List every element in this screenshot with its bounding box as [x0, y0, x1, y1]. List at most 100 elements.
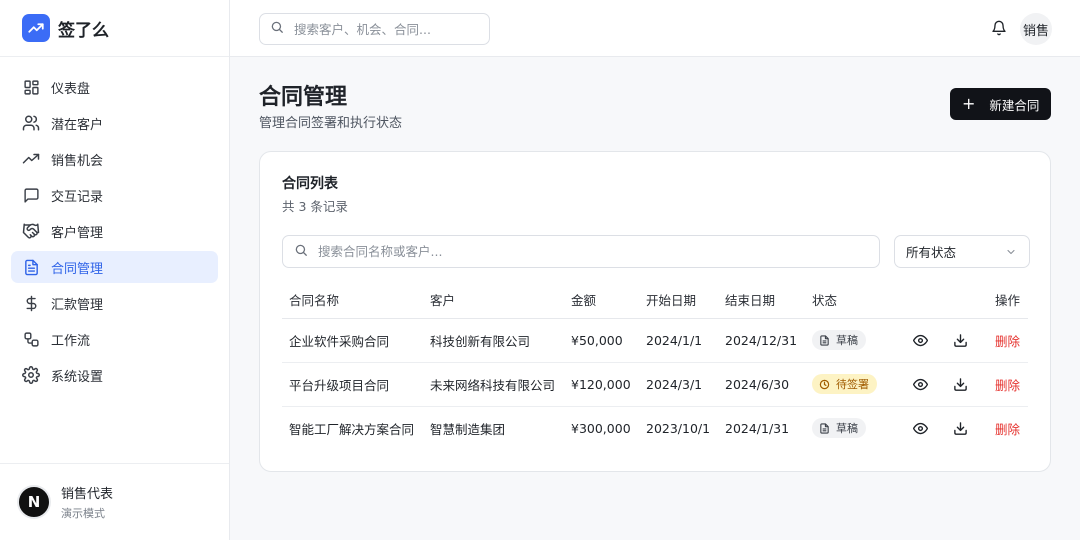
status-filter-value: 所有状态 [906, 245, 957, 260]
table-row[interactable]: 平台升级项目合同 未来网络科技有限公司 ¥120,000 2024/3/1 20… [282, 362, 1028, 407]
table-row[interactable]: 企业软件采购合同 科技创新有限公司 ¥50,000 2024/1/1 2024/… [282, 318, 1028, 363]
sidebar-item-payments[interactable]: 汇款管理 [11, 287, 218, 319]
contract-list-card: 合同列表 共 3 条记录 所有状态 合同名称 客户 金额 开始日期 结束日期 状… [259, 151, 1051, 472]
sidebar-item-contracts[interactable]: 合同管理 [11, 251, 218, 283]
table-row[interactable]: 智能工厂解决方案合同 智慧制造集团 ¥300,000 2023/10/1 202… [282, 406, 1028, 450]
sidebar-user[interactable]: N 销售代表 演示模式 [0, 463, 229, 540]
delete-button[interactable]: 删除 [995, 331, 1020, 350]
page-title: 合同管理 [259, 85, 348, 110]
sidebar-item-label: 系统设置 [51, 369, 104, 385]
contract-end: 2024/1/31 [725, 420, 790, 436]
column-header[interactable]: 开始日期 [639, 282, 718, 319]
sidebar-item-leads[interactable]: 潜在客户 [11, 107, 218, 139]
contract-end: 2024/6/30 [718, 362, 805, 407]
contract-name: 平台升级项目合同 [282, 362, 423, 407]
topbar: 销售 [230, 0, 1080, 57]
sidebar-nav: 仪表盘 潜在客户 销售机会 交互记录 客户管理 合同管理 汇款管理 工作流 系统… [0, 57, 229, 391]
status-label: 草稿 [836, 422, 858, 436]
card-title: 合同列表 [282, 176, 338, 192]
brand[interactable]: 签了么 [0, 0, 229, 57]
sidebar-item-workflow[interactable]: 工作流 [11, 323, 218, 355]
sidebar-item-label: 仪表盘 [51, 81, 91, 97]
chevron-down-icon [1005, 246, 1017, 261]
contract-name: 企业软件采购合同 [282, 318, 423, 363]
eye-icon[interactable] [911, 419, 929, 437]
download-icon[interactable] [951, 331, 969, 349]
status-badge: 草稿 [812, 330, 866, 350]
status-badge: 草稿 [812, 418, 866, 439]
download-icon[interactable] [951, 375, 969, 393]
user-name: 销售代表 [61, 487, 114, 502]
record-count: 共 3 条记录 [282, 199, 348, 214]
sidebar-item-dashboard[interactable]: 仪表盘 [11, 71, 218, 103]
avatar: N [17, 485, 51, 519]
sidebar: 签了么 仪表盘 潜在客户 销售机会 交互记录 客户管理 合同管理 汇款管理 工作… [0, 0, 230, 540]
table-header-row: 合同名称 客户 金额 开始日期 结束日期 状态 操作 [282, 282, 1028, 319]
sidebar-item-label: 汇款管理 [51, 297, 104, 313]
contract-client: 科技创新有限公司 [423, 318, 564, 363]
settings-icon [22, 366, 40, 384]
handshake-icon [22, 222, 40, 240]
contract-search-input[interactable] [318, 244, 838, 259]
eye-icon[interactable] [911, 331, 929, 349]
sidebar-item-label: 合同管理 [51, 261, 104, 277]
delete-button[interactable]: 删除 [995, 375, 1020, 394]
column-header[interactable]: 合同名称 [282, 282, 423, 319]
file-icon [819, 423, 830, 434]
status-cell: 待签署 [805, 362, 885, 407]
column-header[interactable]: 状态 [805, 282, 885, 319]
contract-search[interactable] [282, 235, 880, 268]
new-contract-label: 新建合同 [989, 97, 1040, 113]
column-header[interactable]: 结束日期 [718, 282, 805, 319]
brand-logo-icon [22, 14, 50, 42]
contract-start: 2023/10/1 [646, 420, 711, 436]
search-icon [270, 20, 284, 38]
page-subtitle: 管理合同签署和执行状态 [259, 116, 403, 131]
contract-start: 2024/3/1 [639, 362, 718, 407]
sidebar-item-label: 客户管理 [51, 225, 104, 241]
status-cell: 草稿 [805, 318, 885, 363]
eye-icon[interactable] [911, 375, 929, 393]
column-header[interactable]: 金额 [564, 282, 639, 319]
download-icon[interactable] [951, 419, 969, 437]
contract-table: 合同名称 客户 金额 开始日期 结束日期 状态 操作 企业软件采购合同 科技创新… [282, 282, 1028, 450]
brand-name: 签了么 [58, 20, 109, 41]
file-icon [819, 334, 830, 346]
new-contract-button[interactable]: + 新建合同 [950, 88, 1051, 120]
contract-end: 2024/12/31 [718, 318, 805, 363]
sidebar-item-opportunities[interactable]: 销售机会 [11, 143, 218, 175]
ops-cell: 删除 [885, 362, 1028, 407]
users-icon [22, 114, 40, 132]
delete-button[interactable]: 删除 [995, 419, 1020, 438]
status-label: 草稿 [836, 334, 858, 347]
sidebar-item-label: 潜在客户 [51, 117, 104, 133]
dollar-sign-icon [22, 294, 40, 312]
trending-up-icon [22, 150, 40, 168]
sidebar-item-label: 销售机会 [51, 153, 104, 169]
status-filter-select[interactable]: 所有状态 [894, 235, 1030, 268]
status-badge: 待签署 [812, 374, 877, 394]
top-user-avatar[interactable]: 销售 [1020, 13, 1052, 45]
global-search-input[interactable] [294, 21, 464, 37]
file-text-icon [22, 258, 40, 276]
sidebar-item-customers[interactable]: 客户管理 [11, 215, 218, 247]
workflow-icon [22, 330, 40, 348]
contract-amount: ¥50,000 [564, 318, 639, 363]
search-icon [294, 243, 308, 261]
contract-amount: ¥120,000 [564, 362, 639, 407]
dashboard-icon [22, 78, 40, 96]
column-header[interactable]: 客户 [423, 282, 564, 319]
sidebar-item-label: 工作流 [51, 333, 91, 349]
global-search[interactable] [259, 13, 490, 45]
column-header: 操作 [885, 282, 1028, 319]
contract-amount: ¥300,000 [571, 420, 631, 436]
sidebar-item-settings[interactable]: 系统设置 [11, 359, 218, 391]
ops-cell: 删除 [885, 318, 1028, 363]
sidebar-item-label: 交互记录 [51, 189, 104, 205]
user-text: 销售代表 演示模式 [61, 483, 113, 521]
bell-icon[interactable] [990, 19, 1008, 37]
sidebar-item-interactions[interactable]: 交互记录 [11, 179, 218, 211]
contract-name: 智能工厂解决方案合同 [289, 421, 415, 437]
contract-client: 智慧制造集团 [430, 421, 506, 437]
status-label: 待签署 [836, 378, 869, 391]
